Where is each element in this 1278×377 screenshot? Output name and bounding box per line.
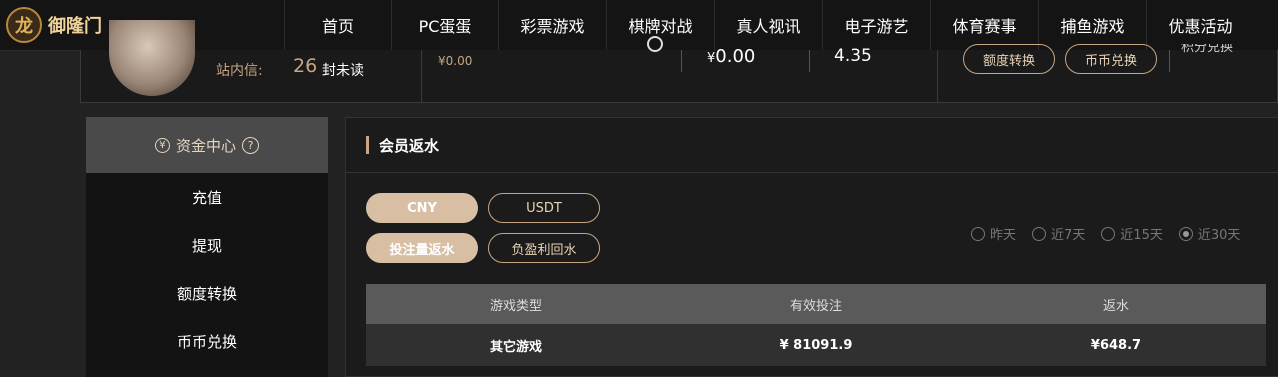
- radio-icon: [1032, 226, 1047, 241]
- sidebar-header-label: 资金中心: [175, 136, 236, 155]
- inbox-label: 站内信:: [216, 63, 263, 79]
- sidebar-item-coin-exchange[interactable]: 币币兑换: [86, 317, 328, 365]
- currency-cny-button[interactable]: CNY: [366, 193, 478, 223]
- logo-emblem-icon: 龙: [6, 7, 42, 43]
- range-15-days[interactable]: 近15天: [1101, 224, 1163, 243]
- sidebar-header[interactable]: ¥ 资金中心 ?: [86, 117, 328, 173]
- transfer-button[interactable]: 额度转换: [963, 44, 1055, 74]
- table-row: 其它游戏 ¥ 81091.9 ¥648.7: [366, 324, 1266, 366]
- date-range-group: 昨天 近7天 近15天 近30天: [971, 224, 1256, 243]
- panel-header: 会员返水: [346, 118, 1278, 173]
- table-cell: ¥648.7: [1090, 337, 1142, 353]
- bet-rebate-button[interactable]: 投注量返水: [366, 233, 478, 263]
- divider: [1169, 50, 1170, 72]
- yuan-icon: ¥: [154, 137, 170, 153]
- rebate-table: 游戏类型 有效投注 返水 其它游戏 ¥ 81091.9 ¥648.7: [366, 284, 1266, 366]
- nav-item-promotions[interactable]: 优惠活动: [1146, 0, 1254, 50]
- nav-item-slots[interactable]: 电子游艺: [822, 0, 930, 50]
- column-header: 返水: [1102, 298, 1129, 314]
- balance-b: ¥0.00: [707, 46, 756, 67]
- page-title: 会员返水: [379, 136, 440, 155]
- sidebar-item-withdraw[interactable]: 提现: [86, 221, 328, 269]
- range-7-days[interactable]: 近7天: [1032, 224, 1085, 243]
- refresh-icon[interactable]: [647, 36, 663, 52]
- sidebar: ¥ 资金中心 ? 充值 提现 额度转换 币币兑换: [86, 117, 328, 377]
- table-cell: 其它游戏: [489, 339, 542, 355]
- radio-icon: [1101, 226, 1116, 241]
- title-accent-bar: [366, 136, 369, 154]
- account-summary: 站内信: 26 封未读 ¥0.00 ¥0.00 4.35 额度转换 币币兑换 积…: [80, 20, 1278, 103]
- avatar: [109, 20, 195, 96]
- range-yesterday[interactable]: 昨天: [971, 224, 1016, 243]
- divider: [809, 50, 810, 72]
- unread-unit: 封未读: [322, 63, 364, 79]
- logo-text: 御隆门: [48, 16, 102, 37]
- table-cell: ¥ 81091.9: [779, 337, 853, 353]
- radio-icon: [1178, 226, 1193, 241]
- rebate-panel: 会员返水 CNY USDT 投注量返水 负盈利回水 昨天 近7天 近15天 近3…: [345, 117, 1278, 377]
- currency-usdt-button[interactable]: USDT: [488, 193, 600, 223]
- table-header: 游戏类型 有效投注 返水: [366, 284, 1266, 324]
- value-c: 4.35: [834, 46, 872, 66]
- range-30-days[interactable]: 近30天: [1178, 224, 1240, 243]
- help-icon[interactable]: ?: [242, 136, 259, 154]
- divider: [681, 50, 682, 72]
- nav-item-sports[interactable]: 体育赛事: [930, 0, 1038, 50]
- coin-exchange-button[interactable]: 币币兑换: [1065, 44, 1157, 74]
- divider: [937, 50, 938, 103]
- nav-item-live-casino[interactable]: 真人视讯: [714, 0, 822, 50]
- sidebar-item-deposit[interactable]: 充值: [86, 173, 328, 221]
- column-header: 有效投注: [789, 298, 842, 314]
- column-header: 游戏类型: [489, 298, 542, 314]
- radio-icon: [971, 226, 985, 241]
- site-logo[interactable]: 龙 御隆门: [6, 4, 116, 46]
- nav-item-fishing[interactable]: 捕鱼游戏: [1038, 0, 1146, 50]
- loss-rebate-button[interactable]: 负盈利回水: [488, 233, 600, 263]
- points-exchange-link[interactable]: 积分兑换: [1181, 44, 1241, 60]
- nav-item-home[interactable]: 首页: [284, 0, 391, 50]
- nav-item-pc-egg[interactable]: PC蛋蛋: [391, 0, 498, 50]
- balance-a: ¥0.00: [438, 54, 473, 68]
- main-nav: 首页 PC蛋蛋 彩票游戏 棋牌对战 真人视讯 电子游艺 体育赛事 捕鱼游戏 优惠…: [284, 0, 1254, 50]
- unread-count[interactable]: 26: [293, 55, 317, 77]
- nav-item-lottery[interactable]: 彩票游戏: [498, 0, 606, 50]
- sidebar-item-transfer[interactable]: 额度转换: [86, 269, 328, 317]
- divider: [421, 50, 422, 103]
